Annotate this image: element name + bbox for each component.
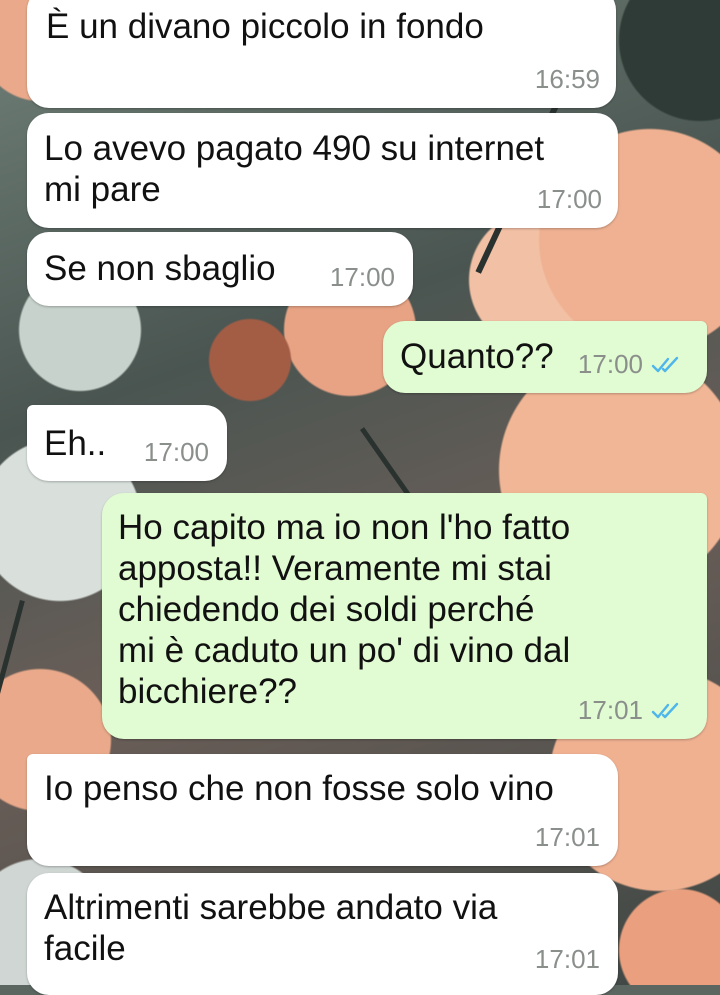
message-text: Quanto??: [400, 337, 554, 376]
message-time: 17:00: [329, 262, 395, 292]
incoming-message[interactable]: Lo avevo pagato 490 su internet mi pare …: [27, 113, 618, 228]
double-check-read-icon: [651, 356, 679, 372]
message-text: Eh..: [44, 424, 107, 463]
double-check-read-icon: [651, 702, 679, 718]
message-time: 17:00: [536, 184, 602, 214]
message-text: Ho capito ma io non l'ho fatto apposta!!…: [118, 508, 571, 711]
incoming-message[interactable]: Eh.. 17:00: [27, 405, 227, 481]
message-text: Altrimenti sarebbe andato via facile: [44, 888, 498, 968]
outgoing-message[interactable]: Quanto?? 17:00: [383, 321, 707, 393]
message-time: 17:00: [578, 349, 685, 380]
message-text: Io penso che non fosse solo vino: [44, 769, 554, 808]
message-time: 17:01: [534, 822, 600, 852]
message-time: 16:59: [534, 64, 600, 94]
message-time: 17:00: [143, 437, 209, 467]
incoming-message[interactable]: È un divano piccolo in fondo 16:59: [27, 0, 616, 108]
incoming-message[interactable]: Io penso che non fosse solo vino 17:01: [27, 754, 618, 866]
message-text: Se non sbaglio: [44, 249, 276, 288]
message-time: 17:01: [534, 944, 600, 974]
message-time: 17:01: [578, 695, 685, 726]
incoming-message[interactable]: Se non sbaglio 17:00: [27, 232, 413, 306]
message-text: Lo avevo pagato 490 su internet mi pare: [44, 129, 545, 209]
message-text: È un divano piccolo in fondo: [46, 7, 484, 46]
outgoing-message[interactable]: Ho capito ma io non l'ho fatto apposta!!…: [102, 493, 707, 739]
incoming-message[interactable]: Altrimenti sarebbe andato via facile 17:…: [27, 873, 618, 995]
